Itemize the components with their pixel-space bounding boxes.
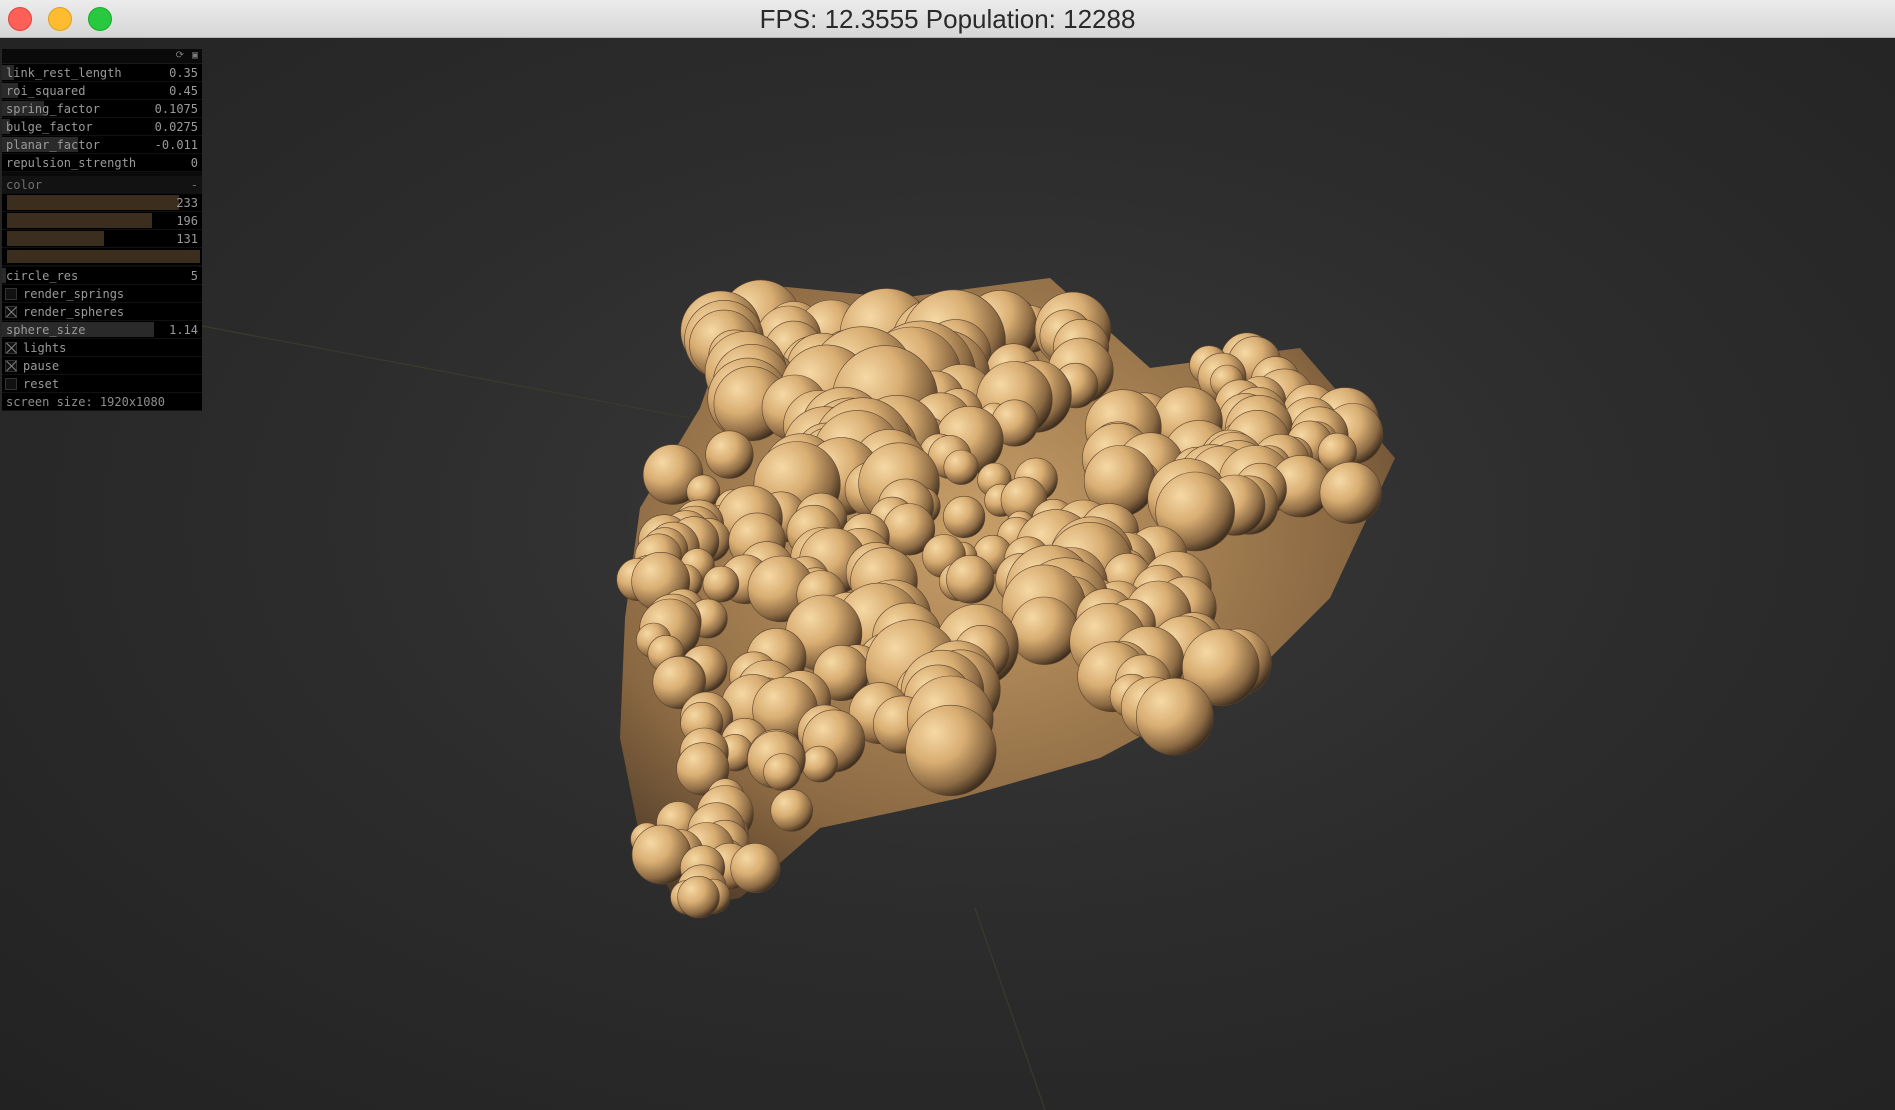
toggle-lights[interactable]: lights	[2, 339, 202, 357]
slider-value: 0.1075	[154, 102, 198, 116]
slider-fill	[7, 195, 179, 210]
slider-value: 0.0275	[154, 120, 198, 134]
slider-label: repulsion_strength	[6, 156, 137, 170]
blob-sphere	[702, 565, 740, 603]
checkbox[interactable]	[5, 306, 17, 318]
color-swatch-row	[2, 248, 202, 266]
slider-fill	[7, 231, 104, 246]
blob-sphere	[1010, 596, 1079, 665]
parameter-panel: ⟳ ▣ link_rest_length 0.35 roi_squared 0.45…	[2, 49, 202, 411]
title-bar[interactable]: FPS: 12.3555 Population: 12288	[0, 0, 1895, 38]
slider-value: 131	[176, 232, 198, 246]
color-slider-blue[interactable]: 131	[2, 230, 202, 248]
slider-value: 0.45	[169, 84, 198, 98]
checkbox[interactable]	[5, 378, 17, 390]
slider-label: circle_res	[6, 269, 79, 283]
slider-link-rest-length[interactable]: link_rest_length 0.35	[2, 64, 202, 82]
panel-header: ⟳ ▣	[2, 49, 202, 64]
checkbox[interactable]	[5, 288, 17, 300]
slider-label: link_rest_length	[6, 66, 122, 80]
window-title: FPS: 12.3555 Population: 12288	[759, 4, 1136, 34]
toggle-label: render_springs	[23, 287, 125, 301]
axis-line-y	[974, 907, 1046, 1110]
toggle-render-spheres[interactable]: render_spheres	[2, 303, 202, 321]
checkbox[interactable]	[5, 342, 17, 354]
blob-sphere	[942, 495, 986, 539]
slider-spring-factor[interactable]: spring_factor 0.1075	[2, 100, 202, 118]
color-slider-red[interactable]: 233	[2, 194, 202, 212]
screen-size-label: screen size: 1920x1080	[6, 395, 165, 409]
blob-sphere	[730, 842, 781, 893]
slider-value: 0.35	[169, 66, 198, 80]
screen-size-info: screen size: 1920x1080	[2, 393, 202, 411]
blob-sphere	[770, 789, 814, 832]
slider-circle-res[interactable]: circle_res 5	[2, 267, 202, 285]
checkbox[interactable]	[5, 360, 17, 372]
slider-repulsion-strength[interactable]: repulsion_strength 0	[2, 154, 202, 172]
slider-value: 233	[176, 196, 198, 210]
blob-sphere	[705, 430, 754, 479]
toggle-label: pause	[23, 359, 60, 373]
slider-fill	[7, 213, 152, 228]
toggle-label: lights	[23, 341, 67, 355]
minimize-icon[interactable]: ▣	[192, 50, 198, 62]
slider-bulge-factor[interactable]: bulge_factor 0.0275	[2, 118, 202, 136]
color-swatch	[7, 250, 200, 263]
toggle-label: render_spheres	[23, 305, 125, 319]
color-slider-green[interactable]: 196	[2, 212, 202, 230]
slider-sphere-size[interactable]: sphere_size 1.14	[2, 321, 202, 339]
blob-sphere	[905, 704, 997, 797]
toggle-label: reset	[23, 377, 60, 391]
color-group-header[interactable]: color -	[2, 176, 202, 194]
blob-sphere	[943, 449, 979, 485]
slider-planar-factor[interactable]: planar_factor -0.011	[2, 136, 202, 154]
collapse-toggle[interactable]: -	[191, 178, 198, 192]
blob-sphere	[946, 554, 995, 604]
blob-sphere	[801, 745, 838, 783]
slider-label: planar_factor	[6, 138, 100, 152]
blob-sphere	[763, 753, 801, 791]
slider-label: roi_squared	[6, 84, 86, 98]
slider-label: sphere_size	[6, 323, 86, 337]
blob-sphere	[677, 875, 720, 919]
slider-roi-squared[interactable]: roi_squared 0.45	[2, 82, 202, 100]
group-label: color	[6, 178, 43, 192]
toggle-render-springs[interactable]: render_springs	[2, 285, 202, 303]
slider-value: 5	[190, 269, 198, 283]
slider-value: 1.14	[169, 323, 198, 337]
refresh-icon[interactable]: ⟳	[176, 50, 184, 62]
slider-label: bulge_factor	[6, 120, 93, 134]
slider-value: 0	[190, 156, 198, 170]
slider-label: spring_factor	[6, 102, 100, 116]
render-viewport[interactable]: ⟳ ▣ link_rest_length 0.35 roi_squared 0.45…	[0, 38, 1895, 1110]
button-reset[interactable]: reset	[2, 375, 202, 393]
slider-value: 196	[176, 214, 198, 228]
toggle-pause[interactable]: pause	[2, 357, 202, 375]
growth-blob-scene	[201, 278, 1395, 1110]
blob-sphere	[1319, 461, 1382, 525]
axis-line-x	[201, 325, 691, 419]
app-window: FPS: 12.3555 Population: 12288 ⟳ ▣ link_…	[0, 0, 1895, 1110]
slider-value: -0.011	[154, 138, 198, 152]
blob-sphere	[1136, 677, 1214, 756]
